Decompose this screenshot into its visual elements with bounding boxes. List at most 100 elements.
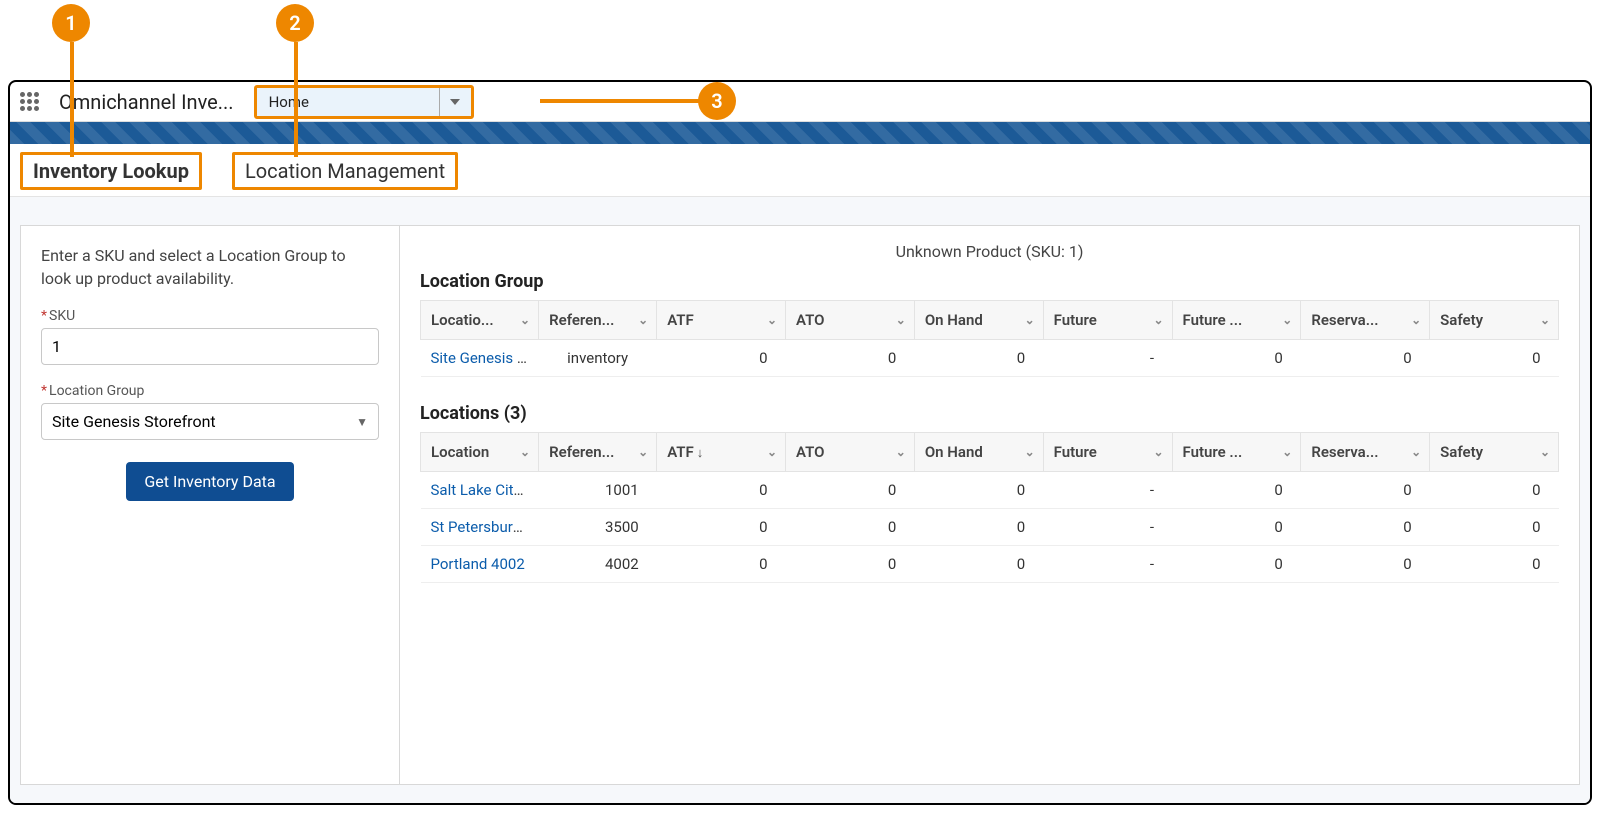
callout-badge-2: 2 xyxy=(276,4,314,42)
locations-table: Location⌄ Referen...⌄ ATF↓⌄ ATO⌄ On Hand… xyxy=(420,432,1559,583)
sku-input[interactable] xyxy=(41,328,379,365)
chevron-down-icon: ⌄ xyxy=(896,313,906,327)
location-link[interactable]: Site Genesis ... xyxy=(431,349,529,367)
cell-future: - xyxy=(1043,509,1172,546)
sku-label: *SKU xyxy=(41,308,379,324)
chevron-down-icon: ⌄ xyxy=(638,445,648,459)
cell-ato: 0 xyxy=(786,509,915,546)
col-location-group[interactable]: Locatio...⌄ xyxy=(421,301,539,340)
chevron-down-icon: ⌄ xyxy=(1153,313,1163,327)
col-on-hand[interactable]: On Hand⌄ xyxy=(914,301,1043,340)
cell-on_hand: 0 xyxy=(914,340,1043,377)
callout-line-1 xyxy=(70,42,74,157)
col-ato[interactable]: ATO⌄ xyxy=(786,301,915,340)
callout-badge-3: 3 xyxy=(698,82,736,120)
cell-safety: 0 xyxy=(1430,509,1559,546)
callout-line-3 xyxy=(540,99,700,103)
app-launcher-icon[interactable] xyxy=(20,92,39,111)
location-link[interactable]: Portland 4002 xyxy=(431,555,525,573)
cell-ato: 0 xyxy=(786,472,915,509)
cell-atf: 0 xyxy=(657,546,786,583)
app-title: Omnichannel Inve... xyxy=(49,90,244,114)
cell-atf: 0 xyxy=(657,340,786,377)
get-inventory-button[interactable]: Get Inventory Data xyxy=(126,462,293,501)
top-bar: Omnichannel Inve... Home xyxy=(10,82,1590,122)
cell-reserved: 0 xyxy=(1301,509,1430,546)
content-row: Enter a SKU and select a Location Group … xyxy=(20,225,1580,785)
chevron-down-icon: ⌄ xyxy=(1153,445,1163,459)
section-title-locations: Locations (3) xyxy=(420,403,1559,424)
cell-on_hand: 0 xyxy=(914,546,1043,583)
chevron-down-icon: ⌄ xyxy=(520,313,530,327)
cell-reserved: 0 xyxy=(1301,546,1430,583)
col-reserved[interactable]: Reserva...⌄ xyxy=(1301,301,1430,340)
tab-location-management[interactable]: Location Management xyxy=(232,152,458,190)
col-reference[interactable]: Referen...⌄ xyxy=(539,301,657,340)
chevron-down-icon: ⌄ xyxy=(767,313,777,327)
cell-future: - xyxy=(1043,546,1172,583)
chevron-down-icon[interactable] xyxy=(439,88,471,116)
cell-future: - xyxy=(1043,472,1172,509)
cell-reference: inventory xyxy=(539,340,657,377)
chevron-down-icon: ⌄ xyxy=(767,445,777,459)
app-frame: Omnichannel Inve... Home Inventory Looku… xyxy=(8,80,1592,805)
col-future[interactable]: Future⌄ xyxy=(1043,433,1172,472)
tab-row: Inventory Lookup Location Management xyxy=(10,144,1590,197)
cell-future2: 0 xyxy=(1172,340,1301,377)
chevron-down-icon: ⌄ xyxy=(1025,313,1035,327)
chevron-down-icon: ⌄ xyxy=(1411,445,1421,459)
col-atf-sorted[interactable]: ATF↓⌄ xyxy=(657,433,786,472)
col-safety[interactable]: Safety⌄ xyxy=(1430,433,1559,472)
results-panel: Unknown Product (SKU: 1) Location Group … xyxy=(400,225,1580,785)
location-link[interactable]: St Petersburg... xyxy=(431,518,533,536)
section-title-location-group: Location Group xyxy=(420,271,1559,292)
cell-ato: 0 xyxy=(786,546,915,583)
cell-reference: 1001 xyxy=(539,472,657,509)
col-future[interactable]: Future⌄ xyxy=(1043,301,1172,340)
col-reference[interactable]: Referen...⌄ xyxy=(539,433,657,472)
col-future2[interactable]: Future ...⌄ xyxy=(1172,433,1301,472)
filter-instruction: Enter a SKU and select a Location Group … xyxy=(41,244,379,290)
cell-reserved: 0 xyxy=(1301,340,1430,377)
cell-atf: 0 xyxy=(657,472,786,509)
cell-ato: 0 xyxy=(786,340,915,377)
cell-future2: 0 xyxy=(1172,546,1301,583)
cell-future2: 0 xyxy=(1172,472,1301,509)
product-title: Unknown Product (SKU: 1) xyxy=(420,242,1559,261)
cell-reserved: 0 xyxy=(1301,472,1430,509)
cell-atf: 0 xyxy=(657,509,786,546)
col-location[interactable]: Location⌄ xyxy=(421,433,539,472)
location-group-select[interactable]: Site Genesis Storefront ▼ xyxy=(41,403,379,440)
col-atf[interactable]: ATF⌄ xyxy=(657,301,786,340)
col-reserved[interactable]: Reserva...⌄ xyxy=(1301,433,1430,472)
nav-select[interactable]: Home xyxy=(254,85,474,119)
location-group-table: Locatio...⌄ Referen...⌄ ATF⌄ ATO⌄ On Han… xyxy=(420,300,1559,377)
table-row: St Petersburg...3500000-000 xyxy=(421,509,1559,546)
col-on-hand[interactable]: On Hand⌄ xyxy=(914,433,1043,472)
cell-future: - xyxy=(1043,340,1172,377)
cell-safety: 0 xyxy=(1430,340,1559,377)
table-row: Site Genesis ...inventory000-000 xyxy=(421,340,1559,377)
callout-line-2 xyxy=(294,42,298,157)
header-decorative-band xyxy=(10,122,1590,144)
location-group-label: *Location Group xyxy=(41,383,379,399)
chevron-down-icon: ⌄ xyxy=(520,445,530,459)
dropdown-triangle-icon: ▼ xyxy=(356,415,368,429)
col-future2[interactable]: Future ...⌄ xyxy=(1172,301,1301,340)
chevron-down-icon: ⌄ xyxy=(1540,445,1550,459)
page-body: Inventory Lookup Location Management Ent… xyxy=(10,144,1590,803)
tab-inventory-lookup[interactable]: Inventory Lookup xyxy=(20,152,202,190)
location-group-selected: Site Genesis Storefront xyxy=(52,412,216,431)
location-link[interactable]: Salt Lake City... xyxy=(431,481,532,499)
cell-reference: 4002 xyxy=(539,546,657,583)
col-safety[interactable]: Safety⌄ xyxy=(1430,301,1559,340)
sort-arrow-down-icon: ↓ xyxy=(697,446,704,461)
chevron-down-icon: ⌄ xyxy=(1282,313,1292,327)
table-row: Salt Lake City...1001000-000 xyxy=(421,472,1559,509)
col-ato[interactable]: ATO⌄ xyxy=(786,433,915,472)
cell-future2: 0 xyxy=(1172,509,1301,546)
table-row: Portland 40024002000-000 xyxy=(421,546,1559,583)
callout-badge-1: 1 xyxy=(52,4,90,42)
nav-select-label: Home xyxy=(257,93,439,111)
cell-on_hand: 0 xyxy=(914,509,1043,546)
